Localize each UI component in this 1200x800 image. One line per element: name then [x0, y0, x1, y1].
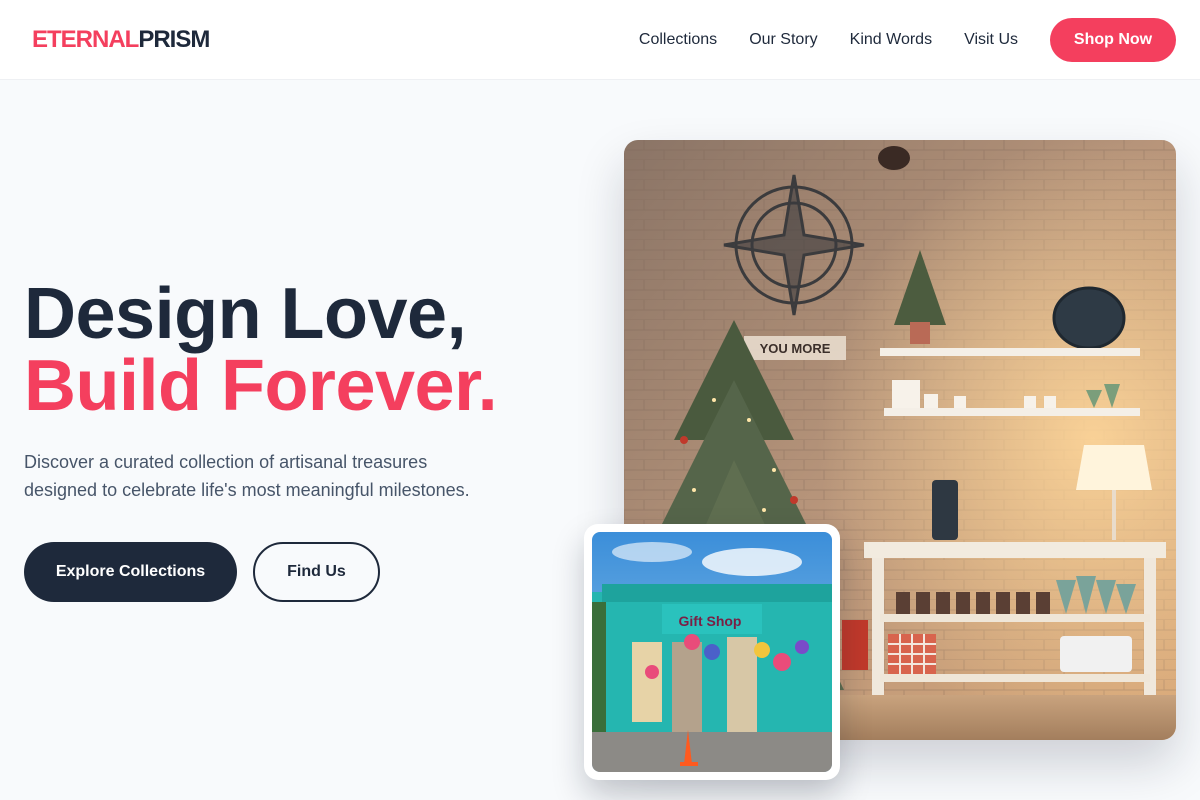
nav-link-kind-words[interactable]: Kind Words: [850, 31, 932, 49]
nav-link-our-story[interactable]: Our Story: [749, 31, 817, 49]
hero-title-line1: Design Love,: [24, 274, 467, 354]
hero-description: Discover a curated collection of artisan…: [24, 452, 470, 500]
hero-title: Design Love, Build Forever.: [24, 274, 498, 426]
site-header: ETERNALPRISM Collections Our Story Kind …: [0, 0, 1200, 80]
explore-collections-button[interactable]: Explore Collections: [24, 542, 237, 602]
nav-link-collections[interactable]: Collections: [639, 31, 717, 49]
brand-logo[interactable]: ETERNALPRISM: [32, 25, 210, 54]
storefront-sign-text: Gift Shop: [679, 613, 742, 629]
nav-link-visit-us[interactable]: Visit Us: [964, 31, 1018, 49]
wall-sign-text: YOU MORE: [760, 341, 831, 356]
brand-name-part2: PRISM: [138, 25, 210, 53]
brand-name-part1: ETERNAL: [32, 25, 139, 53]
hero-title-line2: Build Forever.: [24, 346, 498, 426]
gift-shop-storefront-image: Gift Shop: [584, 524, 840, 780]
shop-now-button[interactable]: Shop Now: [1050, 17, 1176, 62]
main-nav: Collections Our Story Kind Words Visit U…: [639, 17, 1176, 62]
find-us-button[interactable]: Find Us: [253, 542, 380, 602]
